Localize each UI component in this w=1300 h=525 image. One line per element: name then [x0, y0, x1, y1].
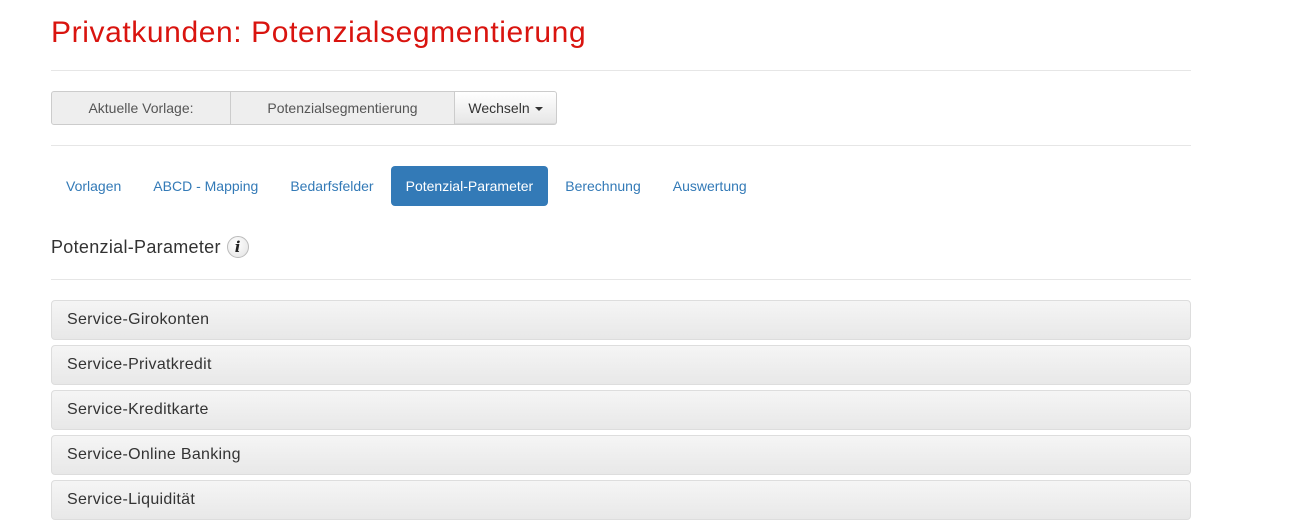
panel-title: Service-Liquidität	[67, 491, 196, 508]
tab-berechnung[interactable]: Berechnung	[550, 166, 656, 206]
nav-tabs: Vorlagen ABCD - Mapping Bedarfsfelder Po…	[51, 166, 762, 206]
panel-title: Service-Girokonten	[67, 311, 210, 328]
panel-title: Service-Privatkredit	[67, 356, 212, 373]
divider	[51, 279, 1191, 280]
divider	[51, 145, 1191, 146]
caret-down-icon	[534, 106, 543, 111]
switch-template-button[interactable]: Wechseln	[455, 91, 557, 125]
panel-service-girokonten[interactable]: Service-Girokonten	[51, 300, 1191, 340]
page-title: Privatkunden: Potenzialsegmentierung	[51, 16, 587, 49]
current-template-label: Aktuelle Vorlage:	[51, 91, 231, 125]
tab-vorlagen[interactable]: Vorlagen	[51, 166, 136, 206]
panel-title: Service-Online Banking	[67, 446, 241, 463]
tab-potenzial-parameter[interactable]: Potenzial-Parameter	[390, 166, 549, 206]
tab-abcd-mapping[interactable]: ABCD - Mapping	[138, 166, 273, 206]
panel-service-kreditkarte[interactable]: Service-Kreditkarte	[51, 390, 1191, 430]
panel-service-online-banking[interactable]: Service-Online Banking	[51, 435, 1191, 475]
template-bar: Aktuelle Vorlage: Potenzialsegmentierung…	[51, 91, 557, 125]
tab-auswertung[interactable]: Auswertung	[658, 166, 762, 206]
tab-bedarfsfelder[interactable]: Bedarfsfelder	[275, 166, 388, 206]
parameter-panels: Service-Girokonten Service-Privatkredit …	[51, 300, 1191, 525]
panel-service-liquiditaet[interactable]: Service-Liquidität	[51, 480, 1191, 520]
panel-title: Service-Kreditkarte	[67, 401, 209, 418]
current-template-value: Potenzialsegmentierung	[231, 91, 455, 125]
panel-service-privatkredit[interactable]: Service-Privatkredit	[51, 345, 1191, 385]
info-icon[interactable]: i	[226, 236, 249, 258]
section-title: Potenzial-Parameter	[51, 236, 221, 257]
section-header: Potenzial-Parameter i	[51, 236, 249, 258]
divider	[51, 70, 1191, 71]
switch-template-label: Wechseln	[468, 100, 530, 116]
